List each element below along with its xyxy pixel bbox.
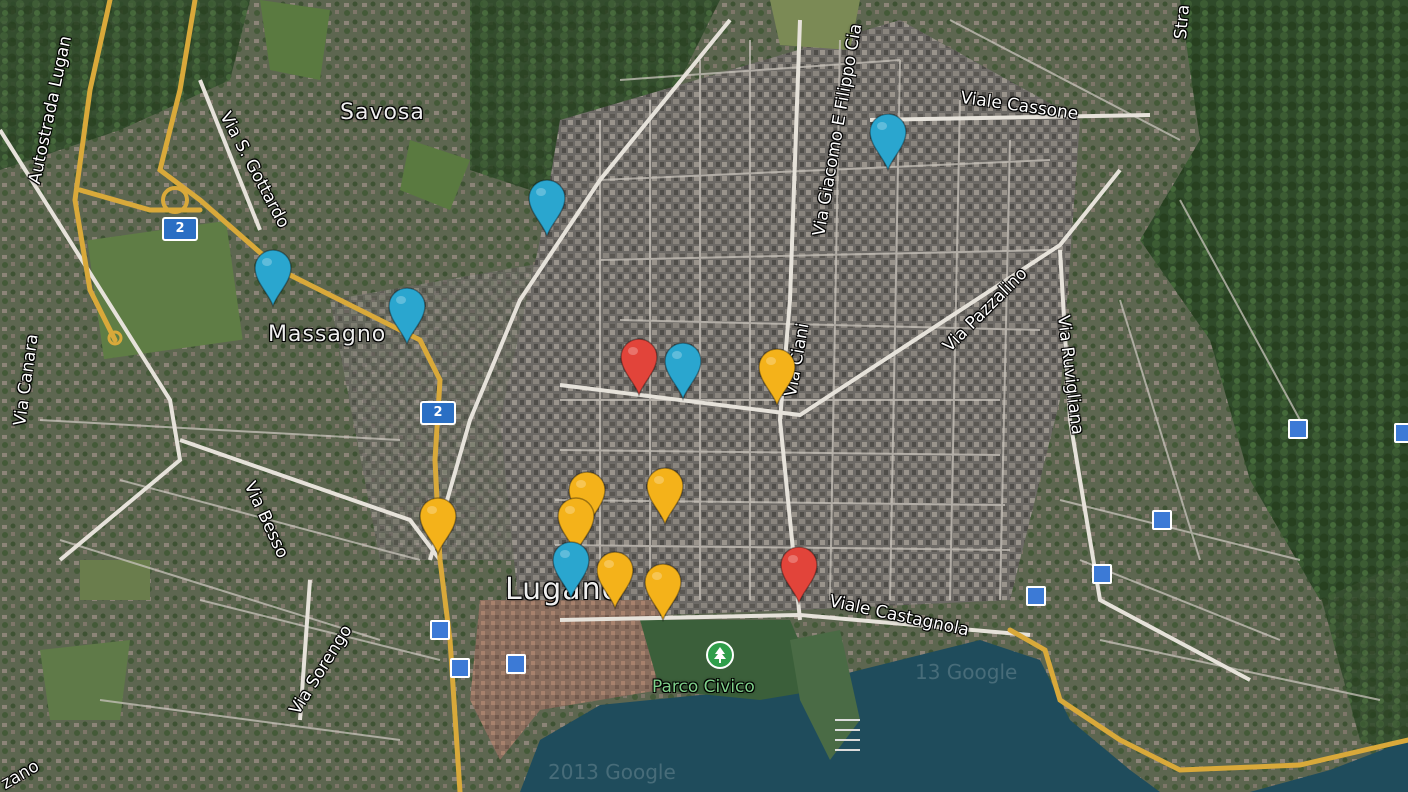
bus-stop-icon[interactable]: [1394, 423, 1408, 443]
map-pin-icon[interactable]: [619, 337, 659, 398]
map-pin-icon[interactable]: [527, 178, 567, 239]
park-label-parco-civico: Parco Civico: [652, 677, 755, 697]
map-pin-icon[interactable]: [868, 112, 908, 173]
map-pin-icon[interactable]: [253, 248, 293, 309]
place-label-savosa: Savosa: [340, 100, 425, 125]
bus-stop-icon[interactable]: [430, 620, 450, 640]
map-pin-icon[interactable]: [645, 466, 685, 527]
bus-stop-icon[interactable]: [450, 658, 470, 678]
highway-shield: 2: [420, 401, 456, 425]
satellite-map[interactable]: 2013 Google 13 Google Savosa Massagno Lu…: [0, 0, 1408, 792]
map-pin-icon[interactable]: [418, 496, 458, 557]
map-pin-icon[interactable]: [757, 347, 797, 408]
map-base-imagery: [0, 0, 1408, 792]
bus-stop-icon[interactable]: [1152, 510, 1172, 530]
highway-shield: 2: [162, 217, 198, 241]
bus-stop-icon[interactable]: [1026, 586, 1046, 606]
map-pin-icon[interactable]: [779, 545, 819, 606]
bus-stop-icon[interactable]: [506, 654, 526, 674]
bus-stop-icon[interactable]: [1288, 419, 1308, 439]
map-watermark: 13 Google: [915, 660, 1018, 684]
map-pin-icon[interactable]: [643, 562, 683, 623]
street-label-stra: Stra: [1170, 3, 1194, 41]
place-label-massagno: Massagno: [268, 322, 387, 347]
map-pin-icon[interactable]: [551, 540, 591, 601]
map-watermark: 2013 Google: [548, 760, 676, 784]
map-pin-icon[interactable]: [387, 286, 427, 347]
tree-icon: [706, 641, 734, 669]
map-pin-icon[interactable]: [663, 341, 703, 402]
bus-stop-icon[interactable]: [1092, 564, 1112, 584]
map-pin-icon[interactable]: [595, 550, 635, 611]
